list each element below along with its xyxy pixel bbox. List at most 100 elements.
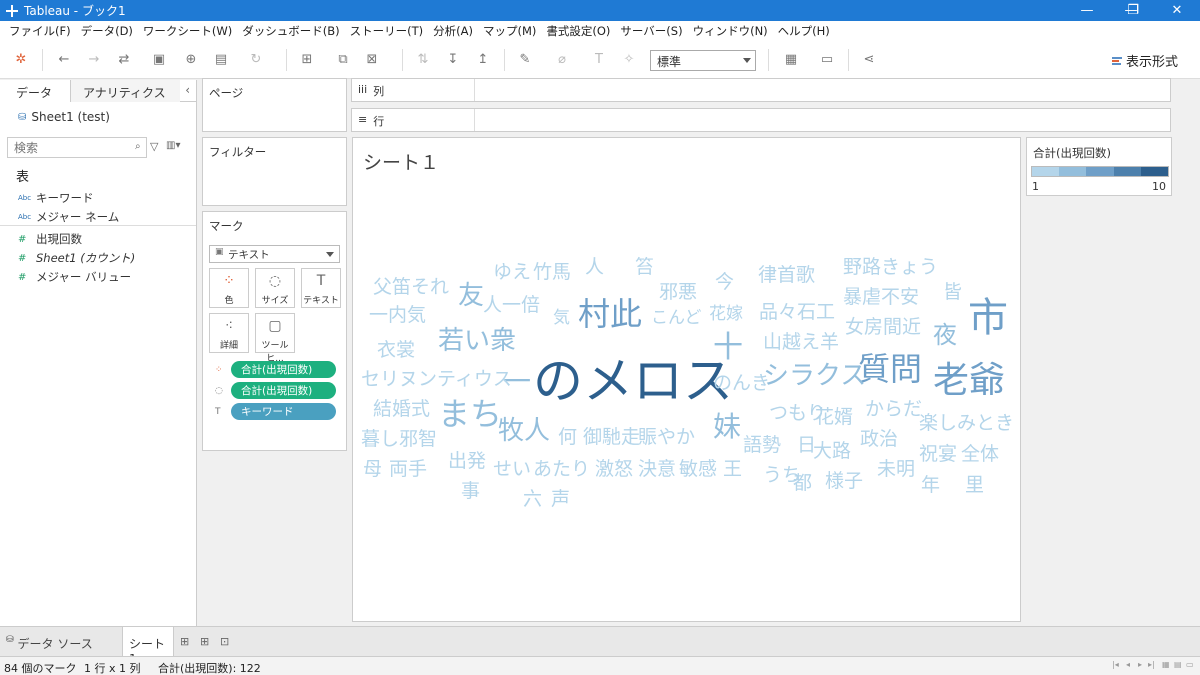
detail-button[interactable]: ⁖ 詳細 xyxy=(209,313,249,353)
word-cloud-word[interactable]: 笞 xyxy=(635,258,654,277)
word-cloud-word[interactable]: 衣裳 xyxy=(377,341,415,360)
word-cloud-word[interactable]: 夜 xyxy=(933,323,957,347)
show-cards-icon[interactable]: ▦ xyxy=(782,51,800,69)
tableau-home-icon[interactable]: ✲ xyxy=(12,51,30,69)
word-cloud-word[interactable]: 山越え羊 xyxy=(763,333,839,352)
word-cloud-word[interactable]: 両手 xyxy=(389,460,427,479)
word-cloud-word[interactable]: 一内気 xyxy=(369,306,426,325)
filter-icon[interactable]: ▽ xyxy=(150,140,158,153)
word-cloud-word[interactable]: 都 xyxy=(793,474,812,493)
word-cloud-word[interactable]: セリヌンティウス xyxy=(361,370,512,389)
mark-type-select[interactable]: ▣ テキスト xyxy=(209,245,340,263)
word-cloud-word[interactable]: 何 xyxy=(558,428,577,447)
word-cloud-word[interactable]: 品々石工 xyxy=(759,303,835,322)
group-icon[interactable]: ⌀ xyxy=(553,51,571,69)
word-cloud-word[interactable]: 十 xyxy=(713,333,743,363)
menu-item-5[interactable]: 分析(A) xyxy=(428,23,478,39)
word-cloud-word[interactable]: 人一倍 xyxy=(483,296,540,315)
clear-sheet-icon[interactable]: ⊠ xyxy=(363,51,381,69)
word-cloud-word[interactable]: 友 xyxy=(458,283,484,309)
word-cloud-word[interactable]: 花嫁 xyxy=(709,306,743,323)
pin-icon[interactable]: ✧ xyxy=(620,51,638,69)
sort-descending-icon[interactable]: ↥ xyxy=(474,51,492,69)
menu-item-7[interactable]: 書式設定(O) xyxy=(541,23,615,39)
word-cloud-word[interactable]: 村此 xyxy=(578,298,642,330)
field-sheet1-count[interactable]: # Sheet1 (カウント) xyxy=(18,250,135,266)
redo-icon[interactable]: → xyxy=(85,51,103,69)
datasource-tab[interactable]: ⛁ データ ソース xyxy=(6,635,93,652)
pause-update-icon[interactable]: ▤ xyxy=(212,51,230,69)
word-cloud-word[interactable]: 未明 xyxy=(877,460,915,479)
word-cloud-word[interactable]: シラクス xyxy=(763,363,866,389)
sheet-title[interactable]: シート１ xyxy=(363,148,439,175)
swap-icon[interactable]: ⇄ xyxy=(115,51,133,69)
word-cloud-word[interactable]: 市 xyxy=(968,298,1008,338)
text-button[interactable]: T テキスト xyxy=(301,268,341,308)
new-datasource-icon[interactable]: ⊕ xyxy=(182,51,200,69)
search-input[interactable] xyxy=(7,137,147,158)
menu-item-9[interactable]: ウィンドウ(N) xyxy=(688,23,773,39)
tooltip-button[interactable]: ▢ ツールヒ... xyxy=(255,313,295,364)
word-cloud-word[interactable]: 六 xyxy=(523,490,542,509)
word-cloud-word[interactable]: 暴虐不安 xyxy=(843,288,919,307)
datasource-item[interactable]: ⛁ Sheet1 (test) xyxy=(18,110,110,124)
word-cloud-word[interactable]: 気 xyxy=(553,310,570,327)
word-cloud-word[interactable]: 皆 xyxy=(943,283,962,302)
filmstrip-view-icon[interactable]: ▭ xyxy=(1186,660,1194,669)
word-cloud-word[interactable]: 結婚式 xyxy=(373,400,430,419)
word-cloud-word[interactable]: 律首歌 xyxy=(758,266,815,285)
field-count[interactable]: # 出現回数 xyxy=(18,231,82,247)
word-cloud-word[interactable]: のんき xyxy=(713,374,770,393)
restore-button[interactable]: ❐ xyxy=(1110,0,1156,21)
word-cloud-word[interactable]: 若い衆 xyxy=(438,328,516,354)
new-worksheet-icon[interactable]: ⊞ xyxy=(298,51,316,69)
word-cloud-word[interactable]: 女房間近 xyxy=(845,318,921,337)
word-cloud-word[interactable]: 語勢 xyxy=(743,436,781,455)
size-button[interactable]: ◌ サイズ xyxy=(255,268,295,308)
menu-item-4[interactable]: ストーリー(T) xyxy=(345,23,429,39)
menu-item-2[interactable]: ワークシート(W) xyxy=(138,23,237,39)
show-me-button[interactable]: 表示形式 xyxy=(1111,51,1178,70)
color-button[interactable]: ⁘ 色 xyxy=(209,268,249,308)
collapse-pane-icon[interactable]: ‹ xyxy=(185,83,190,97)
word-cloud-word[interactable]: 暮し邪智 xyxy=(361,430,437,449)
field-keyword[interactable]: Abc キーワード xyxy=(18,190,94,206)
word-cloud-word[interactable]: 事 xyxy=(461,482,480,501)
duplicate-sheet-icon[interactable]: ⧉ xyxy=(334,51,352,69)
tab-sheet-1[interactable]: シート 1 xyxy=(122,627,174,666)
field-measure-values[interactable]: # メジャー バリュー xyxy=(18,269,131,285)
word-cloud-word[interactable]: 野路きょう xyxy=(843,258,938,277)
tab-analytics[interactable]: アナリティクス xyxy=(70,80,180,102)
menu-item-10[interactable]: ヘルプ(H) xyxy=(773,23,835,39)
highlight-icon[interactable]: ✎ xyxy=(516,51,534,69)
word-cloud-word[interactable]: 楽しみとき xyxy=(919,414,1014,433)
word-cloud-word[interactable]: あたり xyxy=(533,460,590,479)
swap-rows-columns-icon[interactable]: ⇅ xyxy=(414,51,432,69)
text-pill[interactable]: キーワード xyxy=(231,403,336,420)
word-cloud-word[interactable]: 賑やか xyxy=(638,428,695,447)
word-cloud-word[interactable]: 里 xyxy=(965,476,984,495)
word-cloud-word[interactable]: 声 xyxy=(551,490,570,509)
word-cloud-word[interactable]: 年 xyxy=(921,476,940,495)
size-pill[interactable]: 合計(出現回数) xyxy=(231,382,336,399)
word-cloud-word[interactable]: 人 xyxy=(585,258,604,277)
new-dashboard-icon[interactable]: ⊞ xyxy=(200,635,209,648)
word-cloud-word[interactable]: 竹馬 xyxy=(533,263,571,282)
word-cloud-word[interactable]: 老爺 xyxy=(933,363,1005,399)
menu-item-3[interactable]: ダッシュボード(B) xyxy=(237,23,344,39)
word-cloud-word[interactable]: 今 xyxy=(715,273,734,292)
word-cloud-word[interactable]: 母 xyxy=(363,460,382,479)
word-cloud-word[interactable]: こんど xyxy=(651,310,702,327)
word-cloud-word[interactable]: 全体 xyxy=(961,445,999,464)
presentation-icon[interactable]: ▭ xyxy=(818,51,836,69)
field-measure-names[interactable]: Abc メジャー ネーム xyxy=(18,209,119,225)
word-cloud-word[interactable]: 大路 xyxy=(813,442,851,461)
word-cloud-word[interactable]: まち xyxy=(438,398,502,430)
undo-icon[interactable]: ← xyxy=(55,51,73,69)
word-cloud-word[interactable]: ゆえ xyxy=(493,263,531,282)
new-story-icon[interactable]: ⊡ xyxy=(220,635,229,648)
word-cloud-word[interactable]: からだ xyxy=(865,400,922,419)
word-cloud-word[interactable]: 邪悪 xyxy=(659,283,697,302)
share-icon[interactable]: ⋖ xyxy=(860,51,878,69)
menu-item-0[interactable]: ファイル(F) xyxy=(4,23,76,39)
